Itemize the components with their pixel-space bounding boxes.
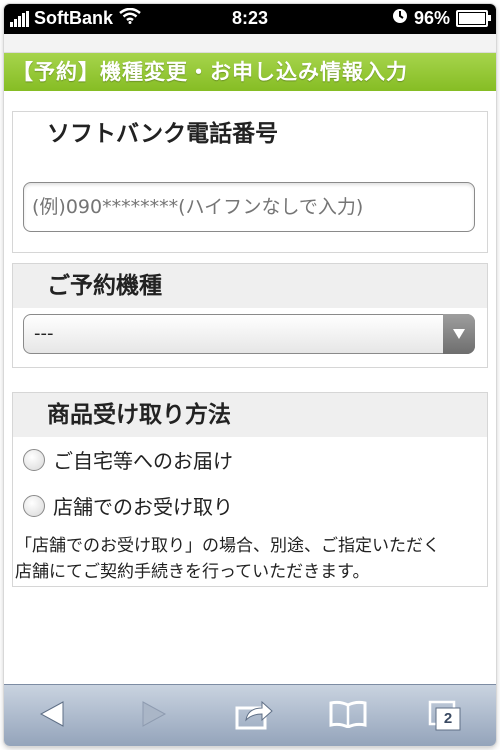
phone-number-section: ソフトバンク電話番号	[12, 111, 488, 253]
model-select-value: ---	[34, 323, 54, 344]
dropdown-arrow-icon[interactable]	[443, 314, 475, 354]
form-content: ソフトバンク電話番号 ご予約機種 --- 商品受け取り方法 ご自宅等へのお届け …	[4, 91, 496, 681]
pickup-method-section: 商品受け取り方法 ご自宅等へのお届け 店舗でのお受け取り 「店舗でのお受け取り」…	[12, 392, 488, 587]
tabs-icon: 2	[428, 700, 464, 732]
pickup-option-home-delivery[interactable]: ご自宅等へのお届け	[23, 445, 233, 474]
tabs-button[interactable]: 2	[424, 697, 468, 735]
tabs-count: 2	[443, 710, 453, 727]
pickup-method-heading: 商品受け取り方法	[13, 393, 487, 437]
page-top-edge	[4, 34, 496, 53]
browser-toolbar: 2	[4, 684, 496, 746]
bookmarks-button[interactable]	[326, 697, 370, 735]
share-icon	[234, 698, 274, 734]
pickup-note: 「店舗でのお受け取り」の場合、別途、ご指定いただく 店舗にてご契約手続きを行って…	[15, 533, 487, 585]
pickup-note-line: 店舗にてご契約手続きを行っていただきます。	[15, 562, 370, 582]
page-title: 【予約】機種変更・お申し込み情報入力	[4, 53, 496, 91]
battery-icon	[456, 10, 491, 27]
radio-button[interactable]	[23, 448, 45, 471]
pickup-option-label: 店舗でのお受け取り	[53, 495, 233, 519]
lock-rotation-icon	[392, 8, 408, 29]
pickup-note-line: 「店舗でのお受け取り」の場合、別途、ご指定いただく	[15, 536, 440, 556]
status-bar: SoftBank 8:23 96%	[4, 4, 496, 34]
model-section: ご予約機種 ---	[12, 263, 488, 368]
forward-arrow-icon	[141, 700, 167, 732]
battery-percent: 96%	[413, 8, 450, 28]
forward-button[interactable]	[132, 697, 176, 735]
phone-number-heading: ソフトバンク電話番号	[13, 112, 487, 156]
pickup-option-label: ご自宅等へのお届け	[53, 449, 233, 473]
model-select[interactable]: ---	[23, 314, 475, 354]
radio-button[interactable]	[23, 494, 45, 517]
phone-number-input[interactable]	[23, 182, 475, 232]
model-heading: ご予約機種	[13, 264, 487, 308]
pickup-option-store[interactable]: 店舗でのお受け取り	[23, 491, 233, 520]
phone-screen: SoftBank 8:23 96% 【予約】機種変更・お申し込み情報入力 ソフト…	[4, 4, 496, 746]
back-arrow-icon	[39, 700, 65, 732]
back-button[interactable]	[30, 697, 74, 735]
book-icon	[328, 700, 368, 732]
share-button[interactable]	[232, 697, 276, 735]
